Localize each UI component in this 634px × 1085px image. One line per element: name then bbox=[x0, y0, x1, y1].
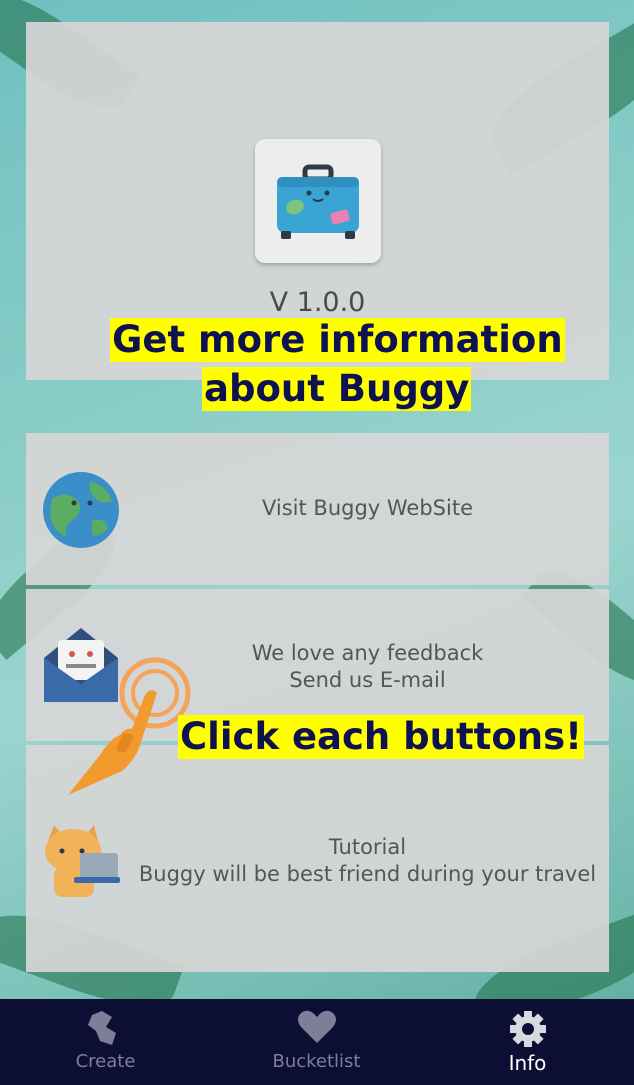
row-subtitle: Buggy will be best friend during your tr… bbox=[138, 862, 597, 886]
map-icon bbox=[87, 1011, 116, 1045]
click-hint-overlay: Click each buttons! bbox=[178, 715, 585, 759]
tab-bucketlist[interactable]: Bucketlist bbox=[211, 999, 422, 1085]
tab-label: Info bbox=[508, 1051, 547, 1075]
app-logo bbox=[255, 139, 381, 263]
tab-label: Create bbox=[75, 1051, 136, 1072]
info-overlay-line1: Get more information bbox=[110, 318, 565, 362]
gear-icon bbox=[509, 1011, 546, 1047]
tab-label: Bucketlist bbox=[272, 1051, 361, 1072]
tab-create[interactable]: Create bbox=[0, 999, 211, 1085]
suitcase-icon bbox=[277, 164, 359, 239]
row-title: Visit Buggy WebSite bbox=[261, 496, 473, 520]
row-title: Tutorial bbox=[328, 835, 407, 859]
app-version: V 1.0.0 bbox=[269, 287, 366, 318]
globe-icon bbox=[43, 472, 119, 548]
bottom-tab-bar: Create Bucketlist Info bbox=[0, 999, 634, 1085]
info-overlay-line2: about Buggy bbox=[202, 367, 472, 411]
visit-website-button[interactable]: Visit Buggy WebSite bbox=[26, 433, 609, 585]
heart-icon bbox=[297, 1010, 336, 1043]
tab-info[interactable]: Info bbox=[422, 999, 633, 1085]
cat-laptop-icon bbox=[45, 825, 120, 897]
